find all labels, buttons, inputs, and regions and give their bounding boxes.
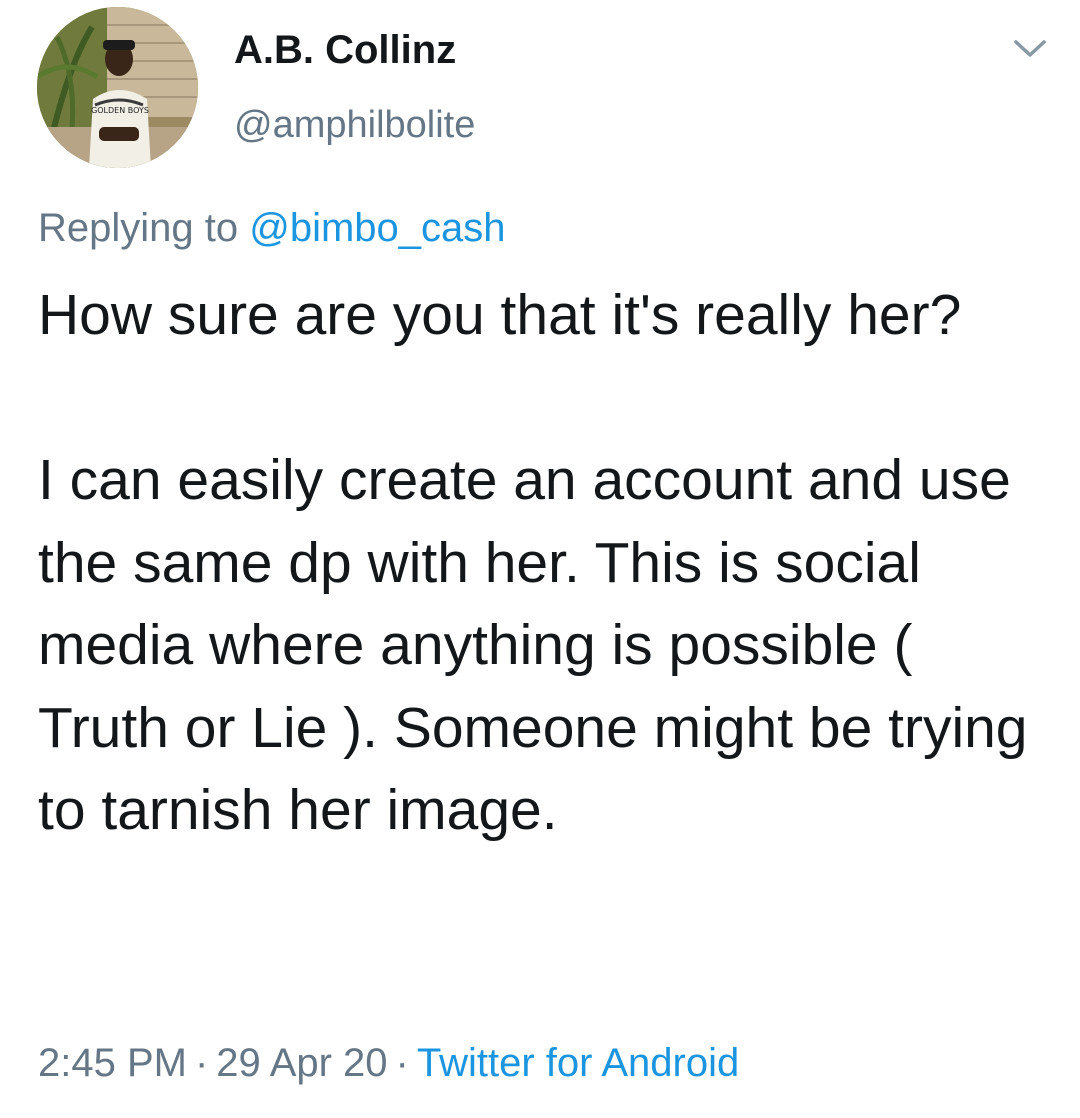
- chevron-down-icon[interactable]: [1010, 28, 1050, 68]
- tweet-source-link[interactable]: Twitter for Android: [417, 1041, 739, 1085]
- avatar[interactable]: GOLDEN BOYS: [37, 7, 198, 168]
- tweet-date[interactable]: 29 Apr 20: [216, 1041, 387, 1085]
- author-display-name[interactable]: A.B. Collinz: [234, 24, 456, 76]
- tweet-meta: 2:45 PM · 29 Apr 20 · Twitter for Android: [38, 1036, 739, 1090]
- tweet-time[interactable]: 2:45 PM: [38, 1041, 187, 1085]
- meta-separator: ·: [395, 1041, 409, 1085]
- replying-to-line: Replying to @bimbo_cash: [38, 201, 506, 255]
- replying-to-prefix: Replying to: [38, 206, 239, 250]
- avatar-shirt-text: GOLDEN BOYS: [91, 106, 149, 115]
- tweet-text: How sure are you that it's really her? I…: [38, 283, 1028, 842]
- avatar-photo: GOLDEN BOYS: [37, 7, 198, 168]
- author-handle[interactable]: @amphilbolite: [234, 100, 475, 150]
- replying-to-user-link[interactable]: @bimbo_cash: [249, 206, 505, 250]
- meta-separator: ·: [194, 1041, 209, 1085]
